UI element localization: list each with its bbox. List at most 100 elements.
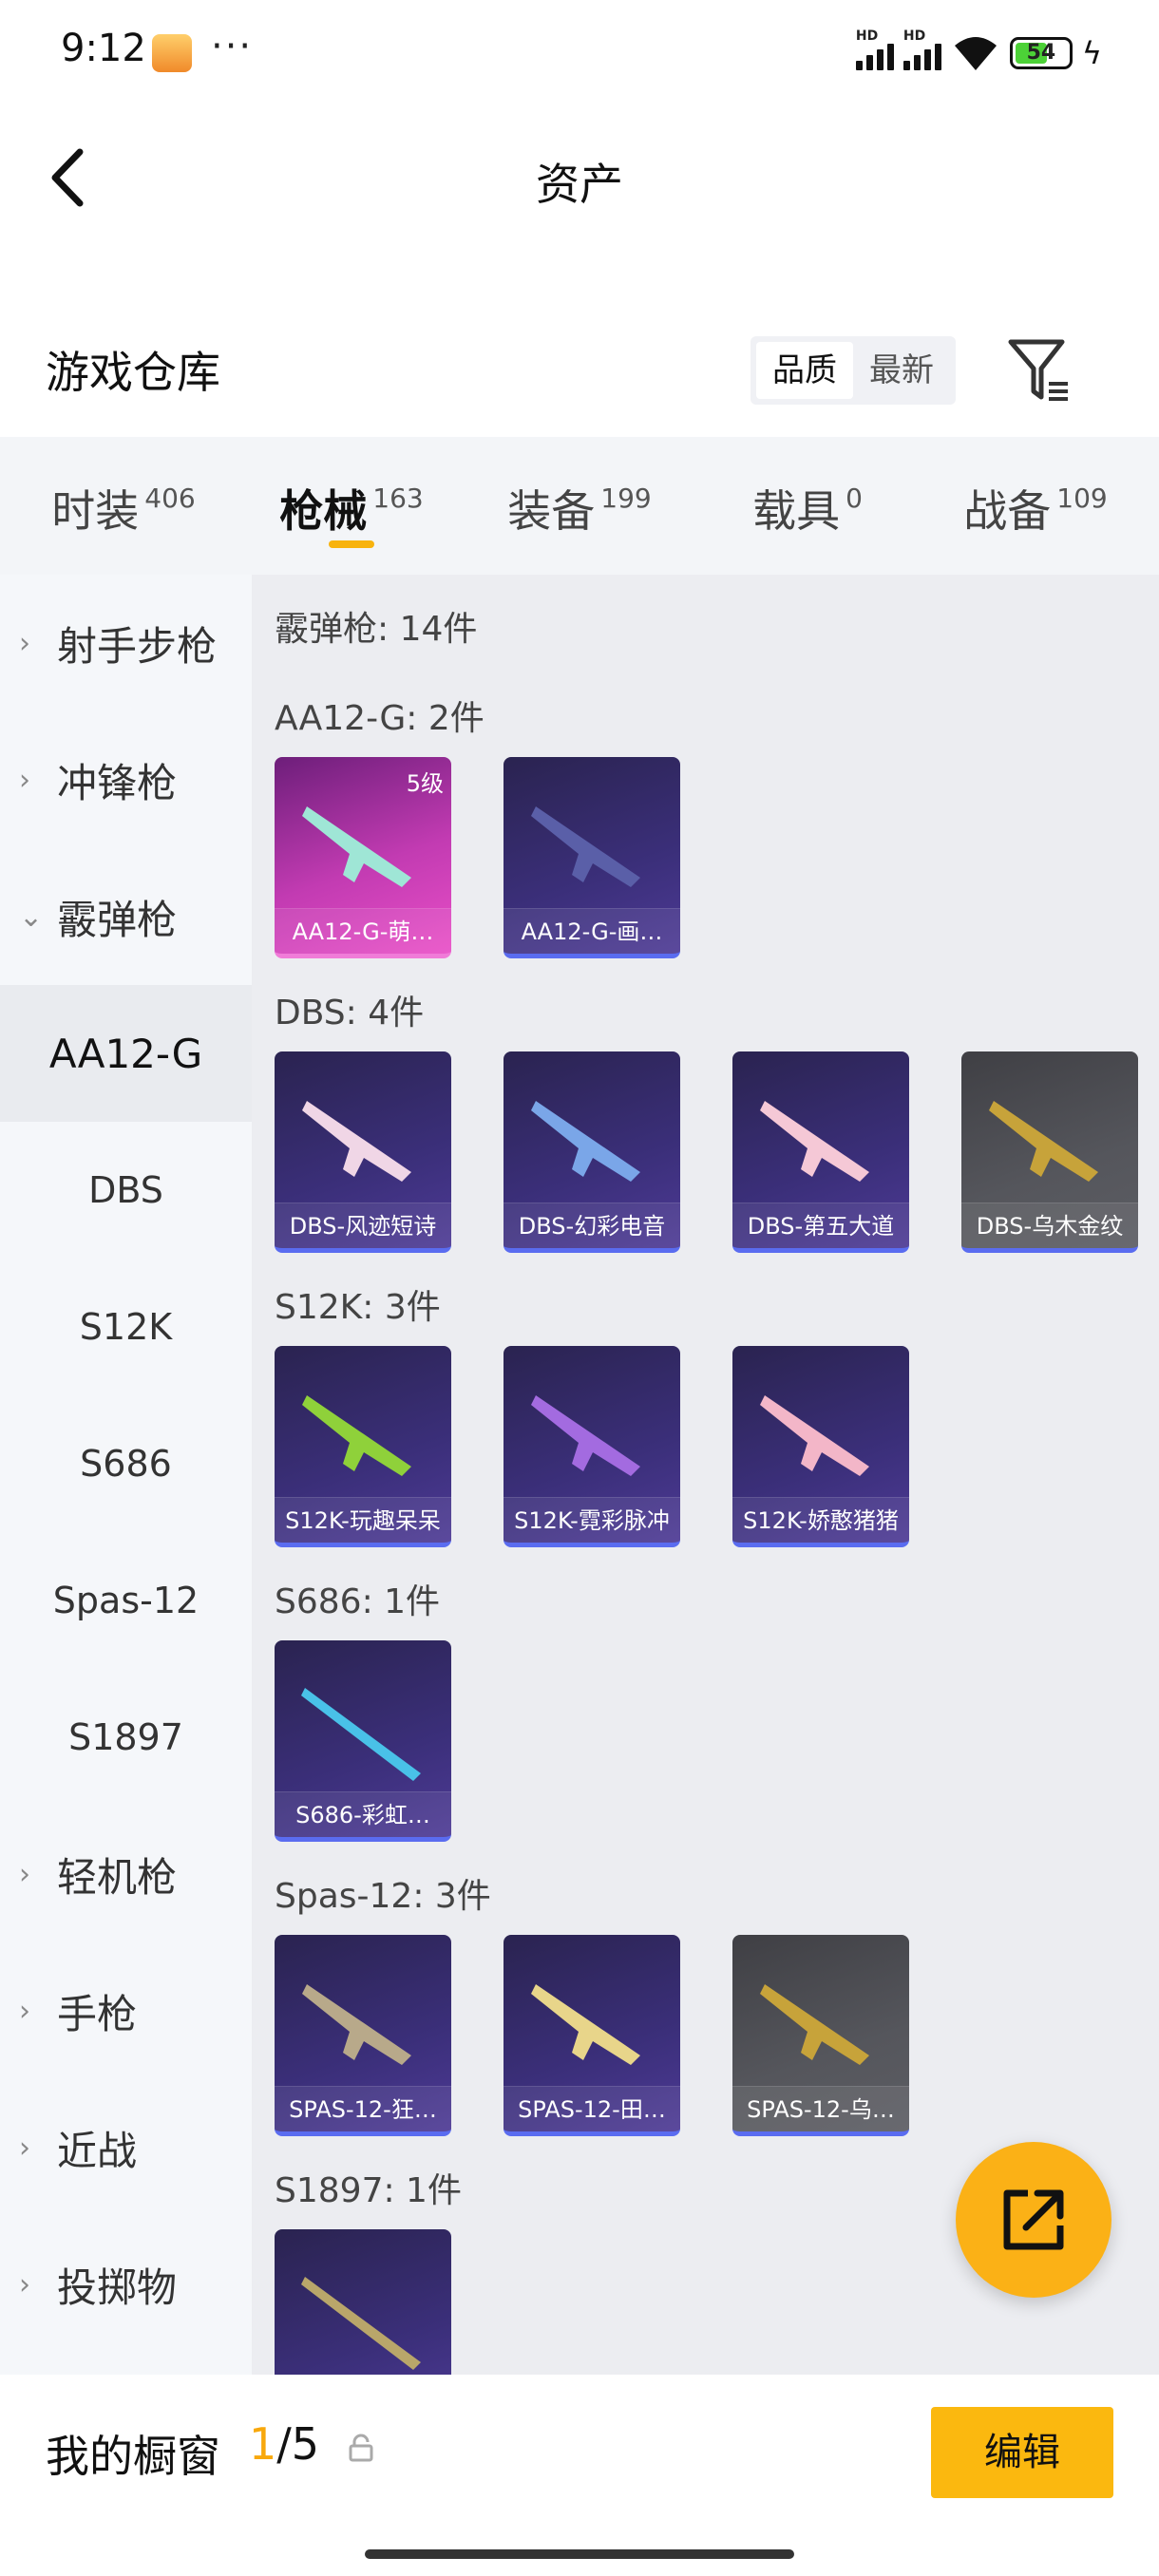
sidebar-subitem-dbs[interactable]: DBS	[0, 1122, 252, 1259]
weapon-card[interactable]: DBS-幻彩电音	[504, 1051, 680, 1253]
group-heading: S1897: 1件	[275, 2171, 462, 2210]
sidebar-item-melee[interactable]: › 近战	[0, 2079, 252, 2216]
sort-quality-button[interactable]: 品质	[756, 342, 853, 399]
tab-label: 时装	[51, 485, 140, 537]
weapon-icon	[301, 1688, 421, 1781]
weapon-name: AA12-G-萌…	[275, 908, 451, 954]
tab-count: 0	[846, 483, 863, 514]
sidebar-item-throwables[interactable]: › 投掷物	[0, 2216, 252, 2353]
weapon-name: SPAS-12-田…	[504, 2086, 680, 2131]
chevron-down-icon: ⌄	[19, 900, 44, 934]
share-icon	[1003, 2189, 1064, 2250]
weapon-card[interactable]: DBS-第五大道	[732, 1051, 909, 1253]
weapon-type-sidebar: › 射手步枪 › 冲锋枪 ⌄ 霰弹枪 AA12-G DBS S12K S686 …	[0, 575, 252, 2375]
filter-icon[interactable]	[1005, 334, 1072, 407]
tab-label: 装备	[507, 485, 596, 537]
weapon-icon	[531, 806, 640, 887]
group-heading: S12K: 3件	[275, 1288, 441, 1327]
weapon-card[interactable]: AA12-G-画…	[504, 757, 680, 958]
weapon-icon	[302, 806, 411, 887]
weapon-card[interactable]: SPAS-12-狂…	[275, 1935, 451, 2136]
status-bar: 9:12 ··· HD HD 54 ϟ	[0, 0, 1159, 104]
tab-equipment[interactable]: 装备 199	[466, 437, 694, 575]
weapon-icon	[531, 1101, 640, 1182]
tab-supplies[interactable]: 战备 109	[922, 437, 1150, 575]
weapon-icon	[301, 2277, 421, 2370]
tab-count: 109	[1056, 483, 1108, 514]
sidebar-item-pistol[interactable]: › 手枪	[0, 1942, 252, 2079]
weapon-icon	[531, 1395, 640, 1476]
weapon-card[interactable]: 5级 AA12-G-萌…	[275, 757, 451, 958]
more-notifications-icon: ···	[211, 25, 254, 68]
weapon-name: S12K-霓彩脉冲	[504, 1497, 680, 1543]
group-heading: S686: 1件	[275, 1582, 441, 1621]
charging-icon: ϟ	[1081, 35, 1102, 71]
weapon-card[interactable]: SPAS-12-田…	[504, 1935, 680, 2136]
sidebar-subitem-s1897[interactable]: S1897	[0, 1669, 252, 1806]
sidebar-item-label: 近战	[57, 2127, 138, 2174]
chevron-right-icon: ›	[19, 1857, 30, 1891]
weapon-card[interactable]: S12K-玩趣呆呆	[275, 1346, 451, 1547]
sidebar-item-label: 投掷物	[57, 2263, 178, 2311]
weapon-name: S12K-娇憨猪猪	[732, 1497, 909, 1543]
home-indicator[interactable]	[365, 2549, 794, 2559]
weapon-name: DBS-乌木金纹	[961, 1203, 1138, 1248]
sidebar-subitem-s12k[interactable]: S12K	[0, 1259, 252, 1395]
signal-icon: HD	[855, 28, 894, 70]
sidebar-item-marksman-rifle[interactable]: › 射手步枪	[0, 575, 252, 711]
weapon-name: DBS-幻彩电音	[504, 1203, 680, 1248]
weapon-icon	[760, 1984, 869, 2065]
weapon-card[interactable]: S12K-霓彩脉冲	[504, 1346, 680, 1547]
showcase-bar: 我的橱窗 1/5 编辑	[0, 2375, 1159, 2576]
weapon-card[interactable]: S686-彩虹…	[275, 1640, 451, 1842]
share-button[interactable]	[956, 2142, 1112, 2298]
weapon-icon	[302, 1101, 411, 1182]
sidebar-item-lmg[interactable]: › 轻机枪	[0, 1806, 252, 1942]
weapon-card[interactable]: DBS-风迹短诗	[275, 1051, 451, 1253]
weapon-card[interactable]: SPAS-12-乌…	[732, 1935, 909, 2136]
sidebar-subitem-spas12[interactable]: Spas-12	[0, 1532, 252, 1669]
weapon-card[interactable]: DBS-乌木金纹	[961, 1051, 1138, 1253]
sidebar-item-label: 射手步枪	[57, 622, 218, 670]
showcase-label: 我的橱窗	[46, 2431, 220, 2482]
weapon-name: SPAS-12-狂…	[275, 2086, 451, 2131]
group-heading: AA12-G: 2件	[275, 699, 484, 738]
group-heading: DBS: 4件	[275, 994, 425, 1032]
wifi-icon	[954, 37, 997, 70]
weapon-icon	[302, 1984, 411, 2065]
tab-count: 163	[372, 483, 424, 514]
tab-label: 枪械	[279, 485, 368, 537]
battery-icon: 54	[1009, 37, 1073, 69]
tab-firearms[interactable]: 枪械 163	[238, 437, 466, 575]
weapon-name: S12K-玩趣呆呆	[275, 1497, 451, 1543]
page-title: 资产	[536, 159, 623, 210]
weapon-card[interactable]: S12K-娇憨猪猪	[732, 1346, 909, 1547]
warehouse-title: 游戏仓库	[46, 347, 220, 398]
weapon-card[interactable]	[275, 2229, 451, 2375]
tab-fashion[interactable]: 时装 406	[10, 437, 238, 575]
sidebar-item-smg[interactable]: › 冲锋枪	[0, 711, 252, 848]
app-header: 资产	[0, 104, 1159, 252]
sidebar-item-label: 霰弹枪	[57, 896, 178, 943]
category-tabs: 时装 406 枪械 163 装备 199 载具 0 战备 109	[0, 437, 1159, 575]
sidebar-item-shotgun[interactable]: ⌄ 霰弹枪	[0, 848, 252, 985]
weapon-icon	[531, 1984, 640, 2065]
tab-vehicles[interactable]: 载具 0	[694, 437, 922, 575]
weapon-name: DBS-第五大道	[732, 1203, 909, 1248]
sort-newest-button[interactable]: 最新	[853, 342, 950, 399]
weapon-name: AA12-G-画…	[504, 908, 680, 954]
weapon-icon	[760, 1101, 869, 1182]
weapon-name: DBS-风迹短诗	[275, 1203, 451, 1248]
sidebar-item-label: 轻机枪	[57, 1853, 178, 1901]
edit-button[interactable]: 编辑	[931, 2407, 1113, 2498]
lock-icon	[349, 2434, 373, 2462]
chevron-right-icon: ›	[19, 763, 30, 797]
sidebar-subitem-aa12g[interactable]: AA12-G	[0, 985, 252, 1122]
showcase-total: /5	[276, 2418, 320, 2470]
status-time: 9:12	[61, 27, 146, 70]
chevron-right-icon: ›	[19, 626, 30, 660]
weapon-icon	[760, 1395, 869, 1476]
chevron-right-icon: ›	[19, 2267, 30, 2301]
network-label: HD	[902, 28, 926, 44]
sidebar-subitem-s686[interactable]: S686	[0, 1395, 252, 1532]
